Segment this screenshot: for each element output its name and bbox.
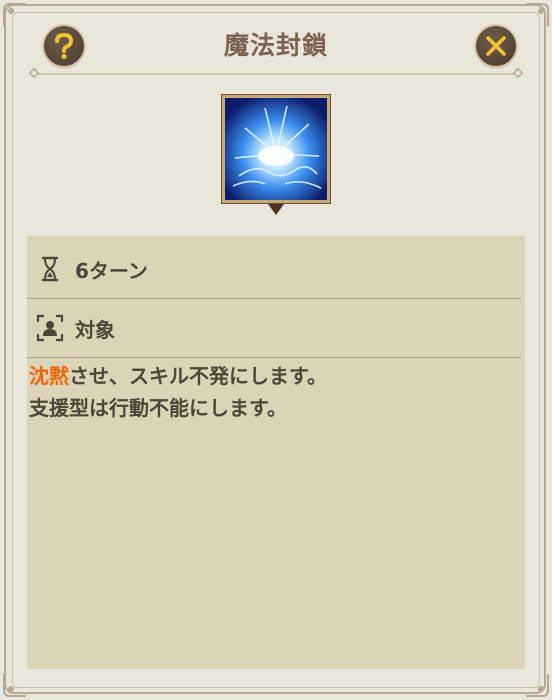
skill-icon-frame: [222, 95, 330, 203]
duration-row: 6ターン: [27, 240, 521, 299]
corner-ornament: [3, 674, 26, 697]
corner-ornament: [526, 3, 549, 26]
dialog-title: 魔法封鎖: [223, 31, 328, 60]
duration-label: 6ターン: [75, 258, 148, 283]
skill-description: 沈黙させ、スキル不発にします。 支援型は行動不能にします。: [29, 360, 519, 424]
corner-ornament: [526, 674, 549, 697]
description-text: させ、スキル不発にします。: [69, 364, 327, 388]
target-row: 対象: [27, 299, 521, 358]
detail-panel: 6ターン 対象 沈黙させ、スキル不発にします。 支援型は行動不能にします。: [27, 236, 525, 669]
description-line-2: 支援型は行動不能にします。: [29, 396, 287, 420]
target-label: 対象: [75, 317, 115, 342]
description-line-1: 沈黙させ、スキル不発にします。: [29, 360, 519, 392]
blue-energy-burst-icon: [225, 98, 327, 200]
close-x-icon: [486, 36, 506, 56]
close-button[interactable]: [476, 26, 516, 66]
title-divider: [28, 68, 524, 79]
corner-ornament: [3, 3, 26, 26]
target-person-icon: [35, 313, 65, 343]
keyword-highlight: 沈黙: [29, 364, 69, 388]
hourglass-icon: [35, 254, 65, 284]
icon-pointer: [268, 204, 284, 215]
